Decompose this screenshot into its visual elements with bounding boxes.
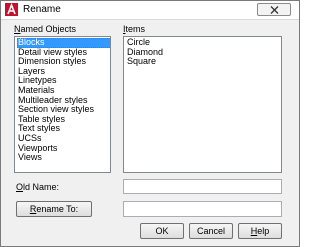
title-bar[interactable]: Rename: [1, 1, 299, 20]
items-label: Items: [123, 24, 146, 34]
item-entry[interactable]: Square: [126, 57, 281, 67]
autocad-app-icon: [5, 2, 18, 16]
close-button[interactable]: [257, 3, 291, 16]
help-button[interactable]: Help: [238, 223, 282, 239]
ok-button[interactable]: OK: [140, 223, 184, 239]
named-objects-list[interactable]: Blocks Detail view styles Dimension styles…: [14, 36, 111, 173]
rename-to-button[interactable]: Rename To:: [16, 201, 92, 217]
named-objects-label: Named Objects: [14, 24, 77, 34]
rename-dialog: Rename Named Objects Blocks Detail view s…: [0, 0, 300, 247]
old-name-field[interactable]: [123, 179, 282, 194]
items-list[interactable]: Circle Diamond Square: [123, 36, 282, 173]
cancel-button[interactable]: Cancel: [189, 223, 233, 239]
old-name-label: Old Name:: [16, 182, 60, 192]
close-icon: [270, 6, 279, 14]
window-title: Rename: [23, 4, 61, 15]
named-object-item[interactable]: Views: [17, 153, 110, 163]
rename-to-field[interactable]: [123, 201, 282, 217]
